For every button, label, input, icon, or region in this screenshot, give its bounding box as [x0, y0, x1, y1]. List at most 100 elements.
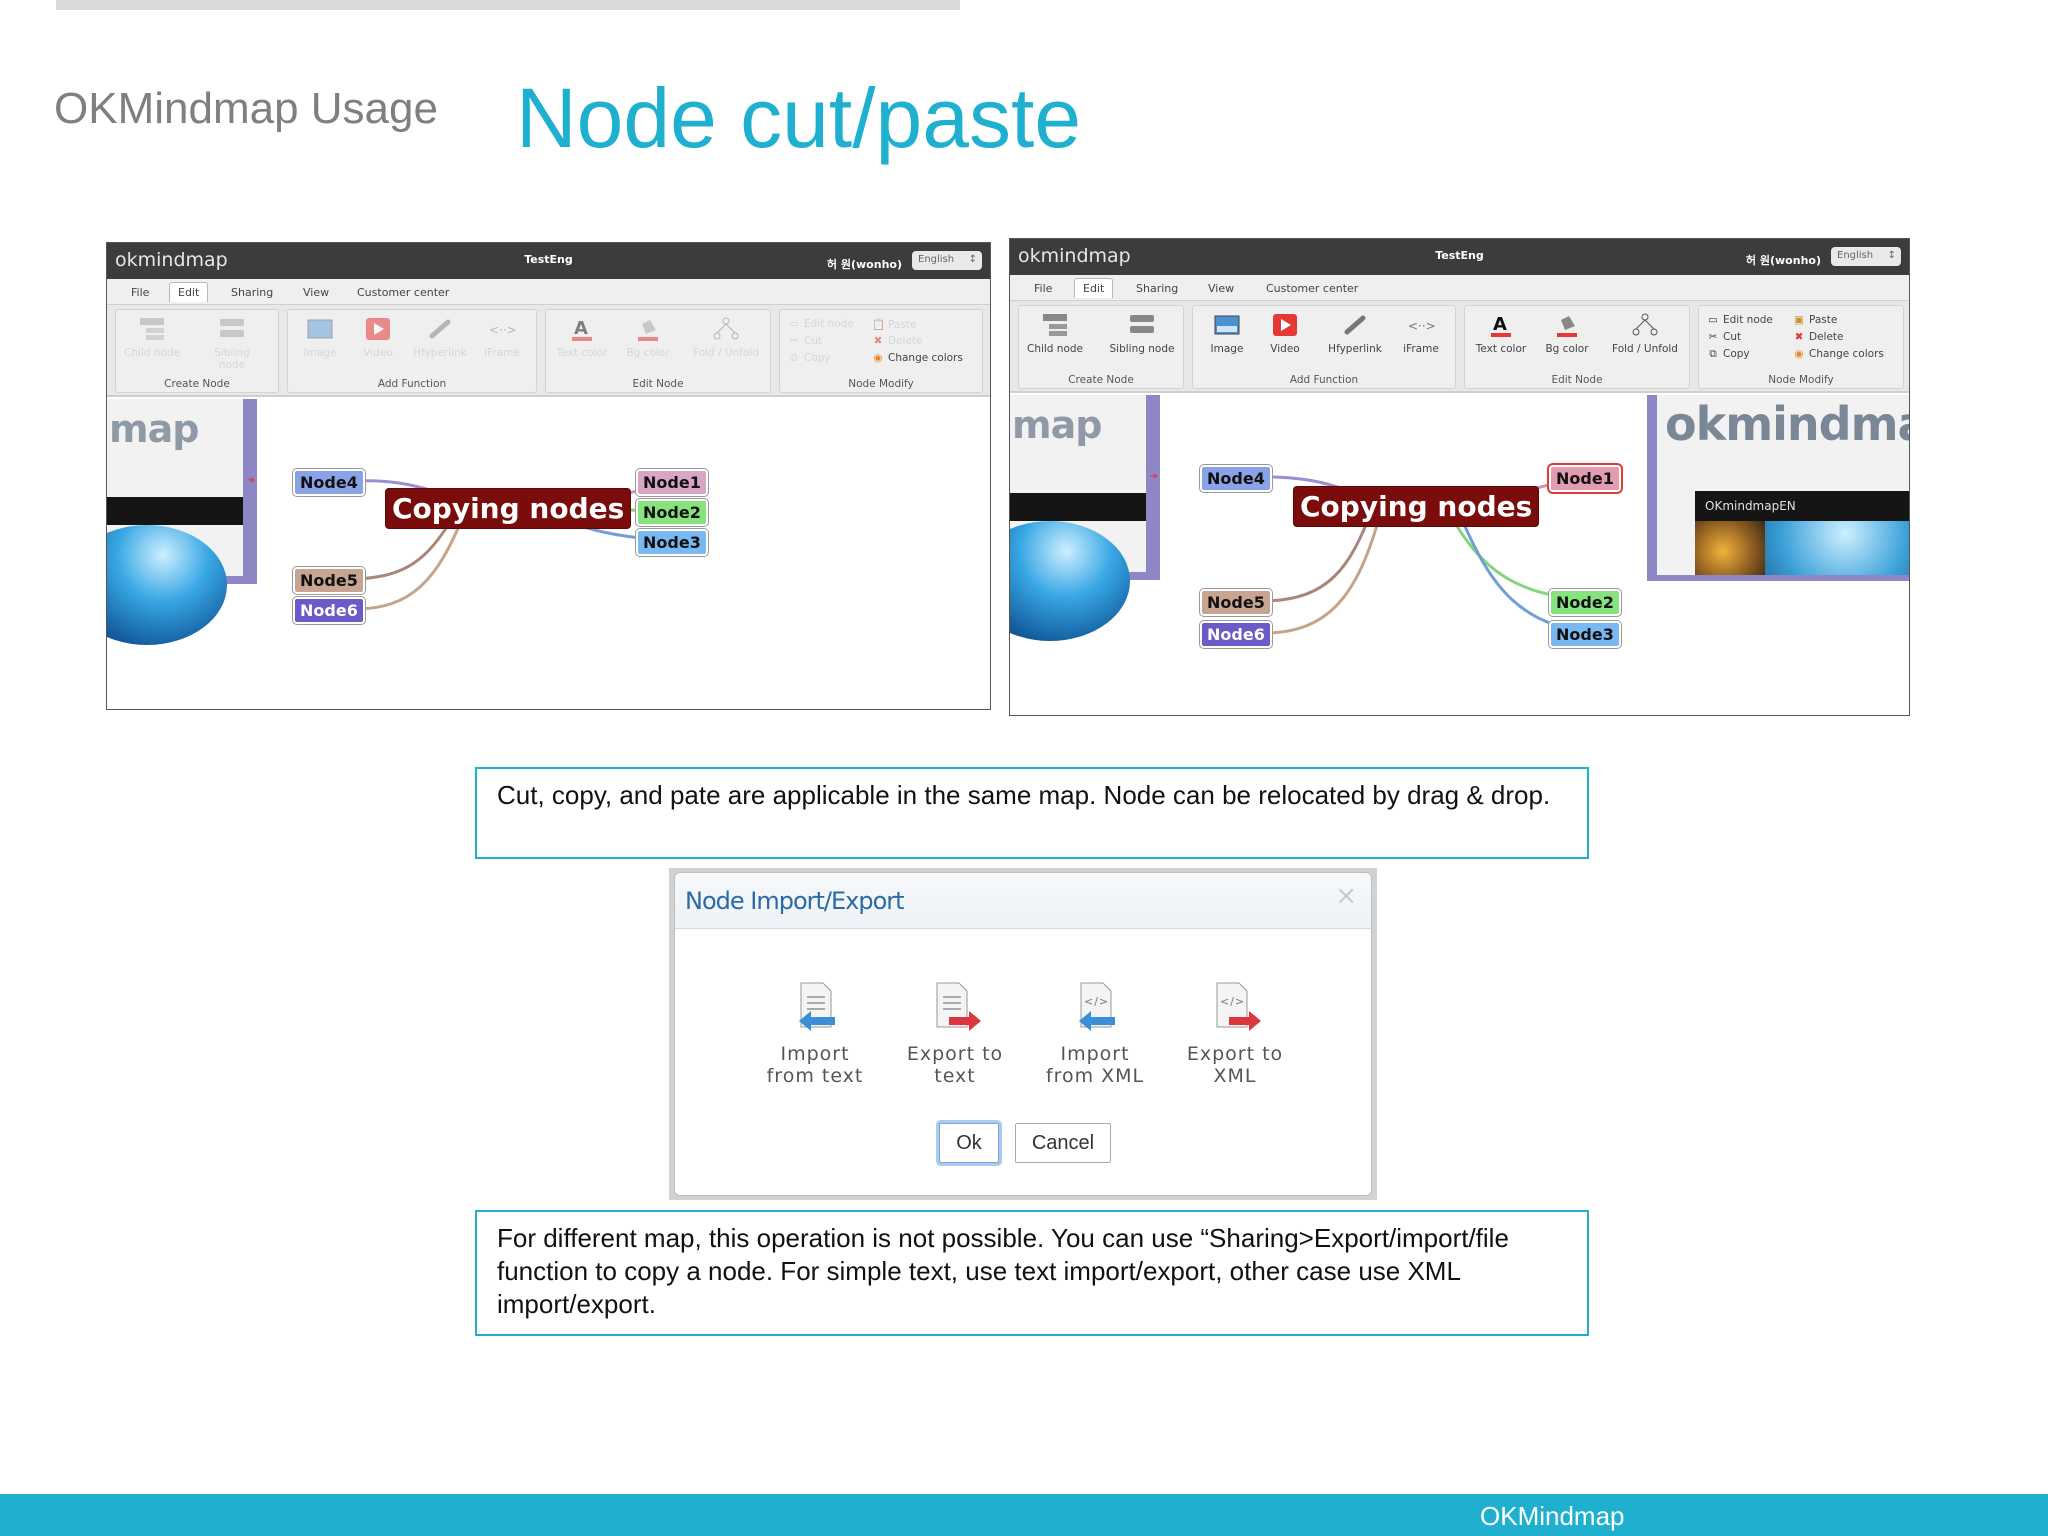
menu-edit[interactable]: Edit: [169, 282, 209, 302]
group-create-node: Child node Sibling node Create Node: [1018, 305, 1184, 389]
paste-action[interactable]: 📋 Paste: [872, 318, 916, 331]
menu-file[interactable]: File: [131, 286, 149, 299]
menu-sharing[interactable]: Sharing: [231, 286, 273, 299]
mindmap-node[interactable]: Node6: [1200, 621, 1272, 648]
mindmap-node[interactable]: Node3: [1549, 621, 1621, 648]
delete-action[interactable]: ✖ Delete: [1793, 331, 1844, 343]
child-node-icon: [138, 316, 166, 342]
group-edit-node: A Text color Bg color Fold / Unfold Edit…: [1464, 305, 1690, 389]
menu-view[interactable]: View: [1208, 282, 1234, 295]
cut-action[interactable]: ✂ Cut: [1707, 331, 1742, 343]
menu-edit[interactable]: Edit: [1074, 278, 1114, 298]
mindmap-node[interactable]: Node4: [293, 469, 365, 496]
ok-button[interactable]: Ok: [939, 1123, 999, 1163]
hyperlink-tool[interactable]: Hfyperlink: [408, 316, 472, 359]
mindmap-node[interactable]: Node2: [1549, 589, 1621, 616]
bg-color-tool[interactable]: Bg color: [1535, 312, 1599, 355]
mindmap-node-selected[interactable]: Node1: [1549, 465, 1621, 492]
dialog-title: Node Import/Export: [685, 887, 905, 915]
mindmap-node[interactable]: Node6: [293, 597, 365, 624]
mindmap-node[interactable]: Node3: [636, 529, 708, 556]
sibling-node-tool[interactable]: Sibling node: [200, 316, 264, 371]
sibling-node-icon: [218, 316, 246, 342]
color-wheel-icon: ◉: [1794, 348, 1804, 360]
image-tool[interactable]: Image: [1195, 312, 1259, 355]
text-color-tool[interactable]: A Text color: [1469, 312, 1533, 355]
hyperlink-icon: [426, 316, 454, 342]
mindmap-node[interactable]: Node5: [293, 567, 365, 594]
close-icon[interactable]: ×: [1335, 881, 1357, 911]
app-titlebar: okmindmap TestEng 허 원(wonho) English: [107, 243, 990, 279]
group-title-add-function: Add Function: [377, 378, 447, 390]
delete-icon: ✖: [1794, 331, 1804, 343]
user-name[interactable]: 허 원(wonho): [827, 256, 902, 272]
export-to-xml-option[interactable]: </> Export to XML: [1175, 981, 1295, 1087]
hyperlink-tool[interactable]: Hfyperlink: [1319, 312, 1391, 355]
sibling-node-tool[interactable]: Sibling node: [1105, 312, 1179, 355]
fold-unfold-tool[interactable]: Fold / Unfold: [686, 316, 766, 359]
node-import-export-dialog: Node Import/Export × Import from text Ex…: [674, 872, 1372, 1196]
node-links: [1264, 475, 1613, 635]
section-label: OKMindmap Usage: [54, 84, 438, 133]
mindmap-node[interactable]: Node1: [636, 469, 708, 496]
iframe-icon: <··>: [488, 316, 517, 342]
slide-title: Node cut/paste: [516, 71, 1082, 165]
change-colors-action[interactable]: ◉ Change colors: [1793, 348, 1883, 360]
group-title-create-node: Create Node: [164, 378, 230, 390]
edit-node-icon: ▭: [1708, 314, 1718, 326]
dialog-header: Node Import/Export ×: [675, 873, 1371, 929]
edit-node-action[interactable]: ▭ Edit node: [1707, 314, 1773, 326]
iframe-tool[interactable]: <··> iFrame: [470, 316, 534, 359]
mindmap-node[interactable]: Node4: [1200, 465, 1272, 492]
language-select[interactable]: English: [912, 251, 982, 270]
change-colors-action[interactable]: ◉ Change colors: [872, 352, 962, 364]
import-from-text-option[interactable]: Import from text: [755, 981, 875, 1087]
delete-action[interactable]: ✖ Delete: [872, 335, 923, 347]
group-create-node: Child node Sibling node Create Node: [115, 309, 279, 393]
bg-color-tool[interactable]: Bg color: [616, 316, 680, 359]
child-node-tool[interactable]: Child node: [1023, 312, 1087, 355]
language-select[interactable]: English: [1831, 247, 1901, 266]
mindmap-canvas: map ➔ okmindmap OKmindmapEN Node4 Copyin…: [1010, 395, 1909, 715]
paste-action[interactable]: ▣ Paste: [1793, 314, 1837, 326]
copy-icon: ⧉: [790, 352, 798, 364]
root-node[interactable]: Copying nodes: [386, 489, 631, 528]
svg-text:A: A: [1493, 314, 1507, 335]
group-edit-node: A Text color Bg color Fold / Unfold Edit…: [545, 309, 771, 393]
root-node[interactable]: Copying nodes: [1294, 487, 1539, 526]
export-to-text-option[interactable]: Export to text: [895, 981, 1015, 1087]
group-title-node-modify: Node Modify: [848, 378, 914, 390]
svg-text:</>: </>: [1220, 995, 1245, 1008]
menu-customer-center[interactable]: Customer center: [357, 286, 449, 299]
cut-action[interactable]: ✂ Cut: [788, 335, 823, 347]
menu-view[interactable]: View: [303, 286, 329, 299]
screenshot-before: okmindmap TestEng 허 원(wonho) English Fil…: [106, 242, 991, 710]
menu-file[interactable]: File: [1034, 282, 1052, 295]
image-tool[interactable]: Image: [288, 316, 352, 359]
user-name[interactable]: 허 원(wonho): [1746, 252, 1821, 268]
menu-bar: File Edit Sharing View Customer center: [107, 279, 990, 305]
copy-action[interactable]: ⧉ Copy: [1707, 348, 1749, 361]
svg-text:A: A: [574, 318, 588, 339]
video-tool[interactable]: Video: [346, 316, 410, 359]
footer-bar: OKMindmap: [0, 1494, 2048, 1536]
copy-action[interactable]: ⧉ Copy: [788, 352, 830, 365]
scissors-icon: ✂: [1708, 331, 1718, 343]
fold-unfold-tool[interactable]: Fold / Unfold: [1605, 312, 1685, 355]
import-xml-icon: </>: [1079, 982, 1115, 1031]
sibling-node-icon: [1128, 312, 1156, 338]
iframe-tool[interactable]: <··> iFrame: [1389, 312, 1453, 355]
video-tool[interactable]: Video: [1253, 312, 1317, 355]
child-node-tool[interactable]: Child node: [120, 316, 184, 359]
screenshot-after: okmindmap TestEng 허 원(wonho) English Fil…: [1009, 238, 1910, 716]
edit-node-action[interactable]: ▭ Edit node: [788, 318, 854, 330]
menu-sharing[interactable]: Sharing: [1136, 282, 1178, 295]
import-from-xml-option[interactable]: </> Import from XML: [1035, 981, 1155, 1087]
cancel-button[interactable]: Cancel: [1015, 1123, 1111, 1163]
menu-customer-center[interactable]: Customer center: [1266, 282, 1358, 295]
slide: OKMindmap Usage Node cut/paste okmindmap…: [0, 0, 2048, 1536]
mindmap-node[interactable]: Node2: [636, 499, 708, 526]
mindmap-node[interactable]: Node5: [1200, 589, 1272, 616]
import-text-icon: [799, 982, 835, 1031]
text-color-tool[interactable]: A Text color: [550, 316, 614, 359]
